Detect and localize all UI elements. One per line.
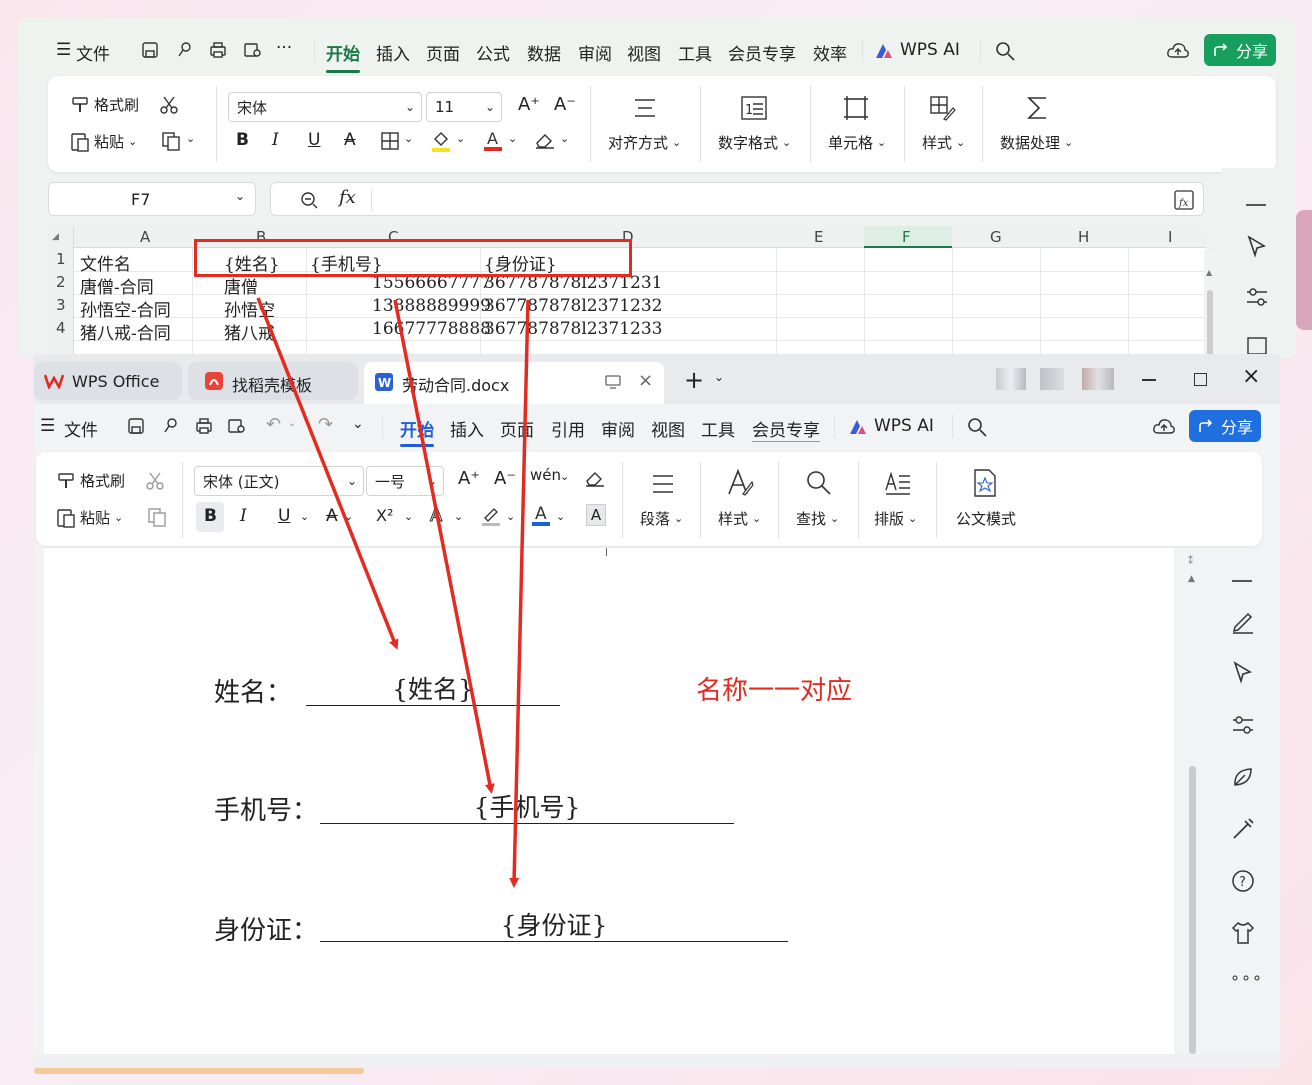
arrow-name-mapping [256, 297, 399, 650]
arrow-phone-mapping [393, 299, 495, 794]
bottom-status-strip [34, 1054, 1280, 1068]
annotation-arrows [256, 297, 530, 888]
arrow-id-mapping [509, 299, 530, 888]
taskbar-highlight [34, 1068, 364, 1074]
